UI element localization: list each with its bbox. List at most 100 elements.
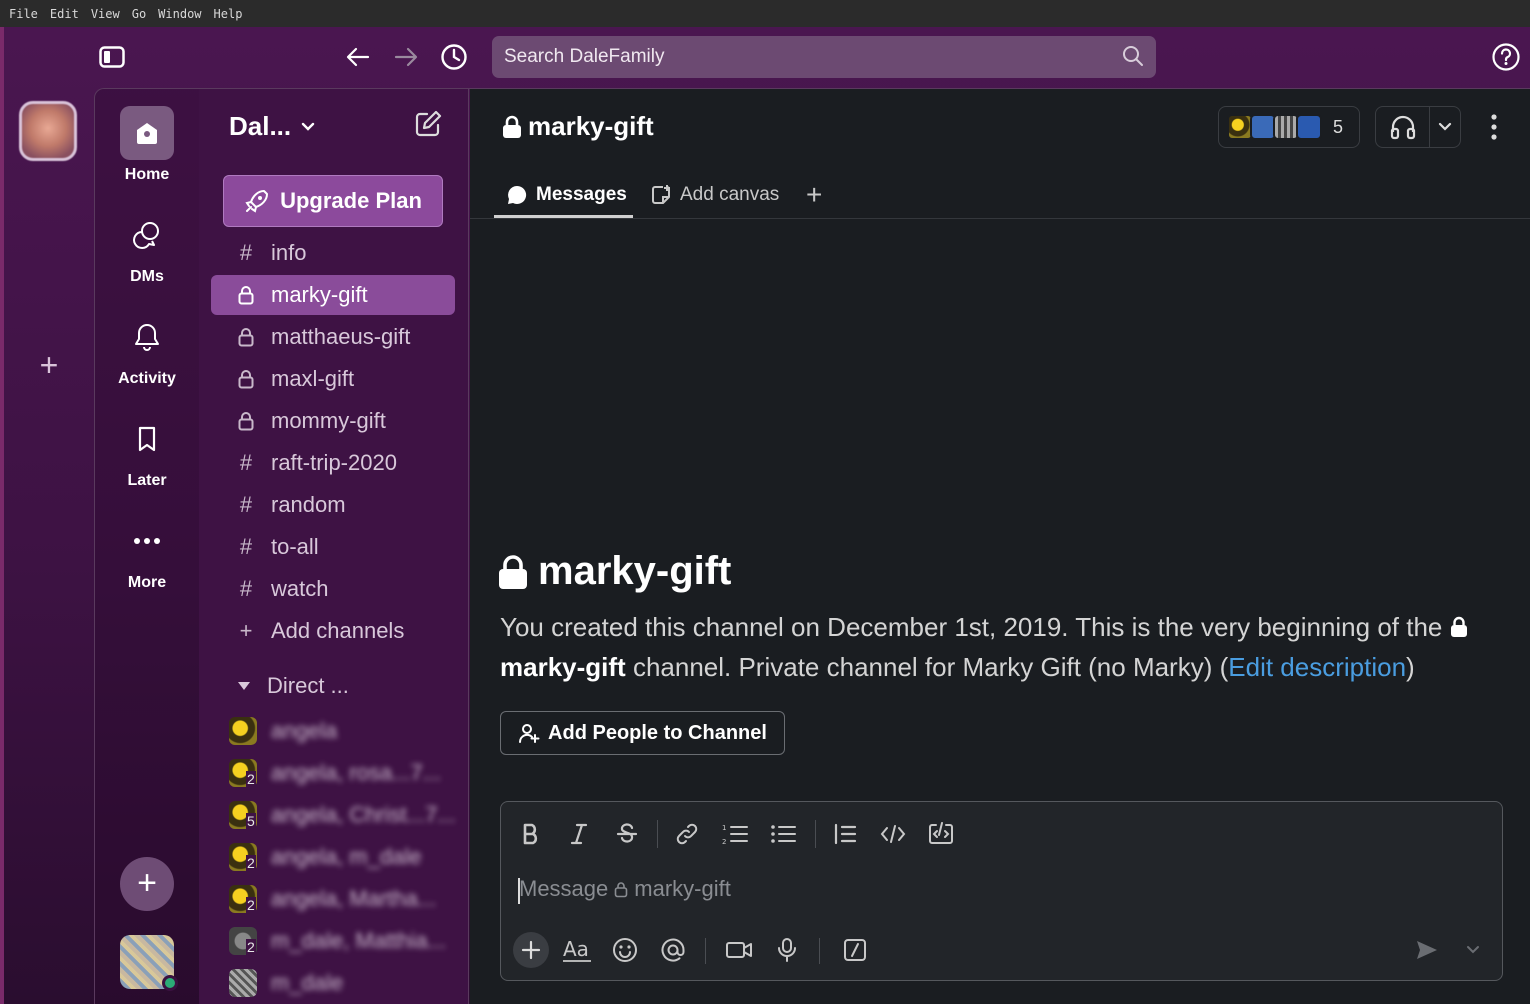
member-avatar — [1296, 114, 1322, 140]
help-icon[interactable] — [1490, 41, 1522, 73]
direct-messages-label: Direct ... — [267, 673, 349, 698]
channel-watch[interactable]: # watch — [211, 569, 455, 609]
upgrade-plan-button[interactable]: Upgrade Plan — [223, 175, 443, 227]
slash-command-icon[interactable] — [837, 932, 873, 968]
workspace-avatar[interactable] — [19, 101, 77, 161]
forward-arrow-icon[interactable] — [390, 41, 422, 73]
dm-item[interactable]: angela — [229, 712, 459, 750]
menu-window[interactable]: Window — [158, 7, 201, 21]
workspace-name-menu[interactable]: Dal... — [229, 111, 315, 142]
text-format-icon[interactable]: Aa — [559, 932, 595, 968]
add-channels-button[interactable]: + Add channels — [211, 611, 455, 651]
member-count: 5 — [1333, 116, 1344, 137]
italic-icon[interactable] — [561, 816, 597, 852]
nav-dms[interactable]: DMs — [95, 208, 199, 286]
menu-help[interactable]: Help — [214, 7, 243, 21]
top-bar: Search DaleFamily — [4, 27, 1530, 88]
send-options-chevron-icon[interactable] — [1455, 932, 1491, 968]
tab-messages[interactable]: Messages — [506, 177, 627, 213]
kebab-menu-icon[interactable] — [1482, 111, 1506, 143]
nav-later[interactable]: Later — [95, 412, 199, 490]
toolbar-divider — [815, 820, 816, 848]
dm-item[interactable]: m_dale — [229, 964, 459, 1002]
channel-label: watch — [271, 576, 329, 601]
dm-name: angela, rosa...7... — [271, 760, 441, 785]
dm-avatar: 2 — [229, 927, 257, 955]
main-pane: marky-gift 5 Messages Add canvas + marky… — [470, 89, 1530, 1004]
add-channels-label: Add channels — [271, 618, 405, 643]
code-icon[interactable] — [875, 816, 911, 852]
nav-more-label: More — [127, 574, 167, 591]
channel-raft-trip-2020[interactable]: # raft-trip-2020 — [211, 443, 455, 483]
blockquote-icon[interactable] — [827, 816, 863, 852]
edit-description-link[interactable]: Edit description — [1228, 652, 1406, 682]
caret-down-icon — [238, 682, 250, 690]
chevron-down-icon[interactable] — [1430, 107, 1460, 147]
channel-info[interactable]: # info — [211, 233, 455, 273]
dm-member-count: 2 — [246, 855, 256, 871]
microphone-icon[interactable] — [769, 932, 805, 968]
menu-go[interactable]: Go — [132, 7, 146, 21]
dm-item[interactable]: 2 angela, m_dale — [229, 838, 459, 876]
channel-maxl-gift[interactable]: maxl-gift — [211, 359, 455, 399]
attach-plus-icon[interactable] — [513, 932, 549, 968]
ordered-list-icon[interactable]: 12 — [717, 816, 753, 852]
menu-view[interactable]: View — [91, 7, 120, 21]
direct-messages-header[interactable]: Direct ... — [237, 673, 349, 699]
channel-label: marky-gift — [271, 282, 368, 307]
dm-item[interactable]: 2 angela, rosa...7... — [229, 754, 459, 792]
compose-icon[interactable] — [413, 109, 445, 141]
more-dots-icon — [120, 514, 174, 568]
nav-more[interactable]: More — [95, 514, 199, 592]
channel-header-title[interactable]: marky-gift — [502, 111, 654, 142]
channel-label: info — [271, 240, 307, 265]
create-new-button[interactable]: + — [120, 857, 174, 911]
bold-icon[interactable] — [513, 816, 549, 852]
channel-random[interactable]: # random — [211, 485, 455, 525]
history-clock-icon[interactable] — [438, 41, 470, 73]
dm-item[interactable]: 2 m_dale, Matthia... — [229, 922, 459, 960]
tab-add-canvas[interactable]: Add canvas — [650, 177, 779, 213]
nav-activity[interactable]: Activity — [95, 310, 199, 388]
toolbar-divider — [819, 938, 820, 964]
search-input[interactable]: Search DaleFamily — [492, 36, 1156, 78]
channel-to-all[interactable]: # to-all — [211, 527, 455, 567]
add-people-button[interactable]: Add People to Channel — [500, 711, 785, 755]
dm-member-count: 2 — [246, 897, 256, 913]
channel-label: raft-trip-2020 — [271, 450, 397, 475]
channel-marky-gift[interactable]: marky-gift — [211, 275, 455, 315]
dm-name: angela, Christ...7... — [271, 802, 456, 827]
code-block-icon[interactable] — [923, 816, 959, 852]
message-input[interactable]: Message marky-gift — [519, 876, 731, 902]
channel-mommy-gift[interactable]: mommy-gift — [211, 401, 455, 441]
sidebar-toggle-icon[interactable] — [96, 41, 128, 73]
mention-icon[interactable] — [655, 932, 691, 968]
search-icon — [1122, 45, 1144, 73]
channel-label: random — [271, 492, 346, 517]
menu-edit[interactable]: Edit — [50, 7, 79, 21]
menu-file[interactable]: File — [9, 7, 38, 21]
nav-dms-label: DMs — [130, 268, 164, 285]
send-icon[interactable] — [1409, 932, 1445, 968]
link-icon[interactable] — [669, 816, 705, 852]
channel-header-name: marky-gift — [528, 111, 654, 141]
dm-item[interactable]: 5 angela, Christ...7... — [229, 796, 459, 834]
channel-matthaeus-gift[interactable]: matthaeus-gift — [211, 317, 455, 357]
hash-icon: # — [239, 240, 253, 265]
bullet-list-icon[interactable] — [765, 816, 801, 852]
strikethrough-icon[interactable] — [609, 816, 645, 852]
headphones-icon[interactable] — [1376, 107, 1430, 147]
back-arrow-icon[interactable] — [342, 41, 374, 73]
add-workspace-icon[interactable]: + — [34, 349, 64, 381]
dm-item[interactable]: 2 angela, Martha... — [229, 880, 459, 918]
add-tab-plus-icon[interactable]: + — [806, 177, 822, 213]
huddle-button[interactable] — [1375, 106, 1461, 148]
bookmark-icon — [120, 412, 174, 466]
nav-home[interactable]: Home — [95, 106, 199, 184]
video-clip-icon[interactable] — [721, 932, 757, 968]
dm-avatar: 2 — [229, 843, 257, 871]
toolbar-divider — [657, 820, 658, 848]
members-button[interactable]: 5 — [1218, 106, 1360, 148]
channel-label: maxl-gift — [271, 366, 355, 391]
emoji-icon[interactable] — [607, 932, 643, 968]
